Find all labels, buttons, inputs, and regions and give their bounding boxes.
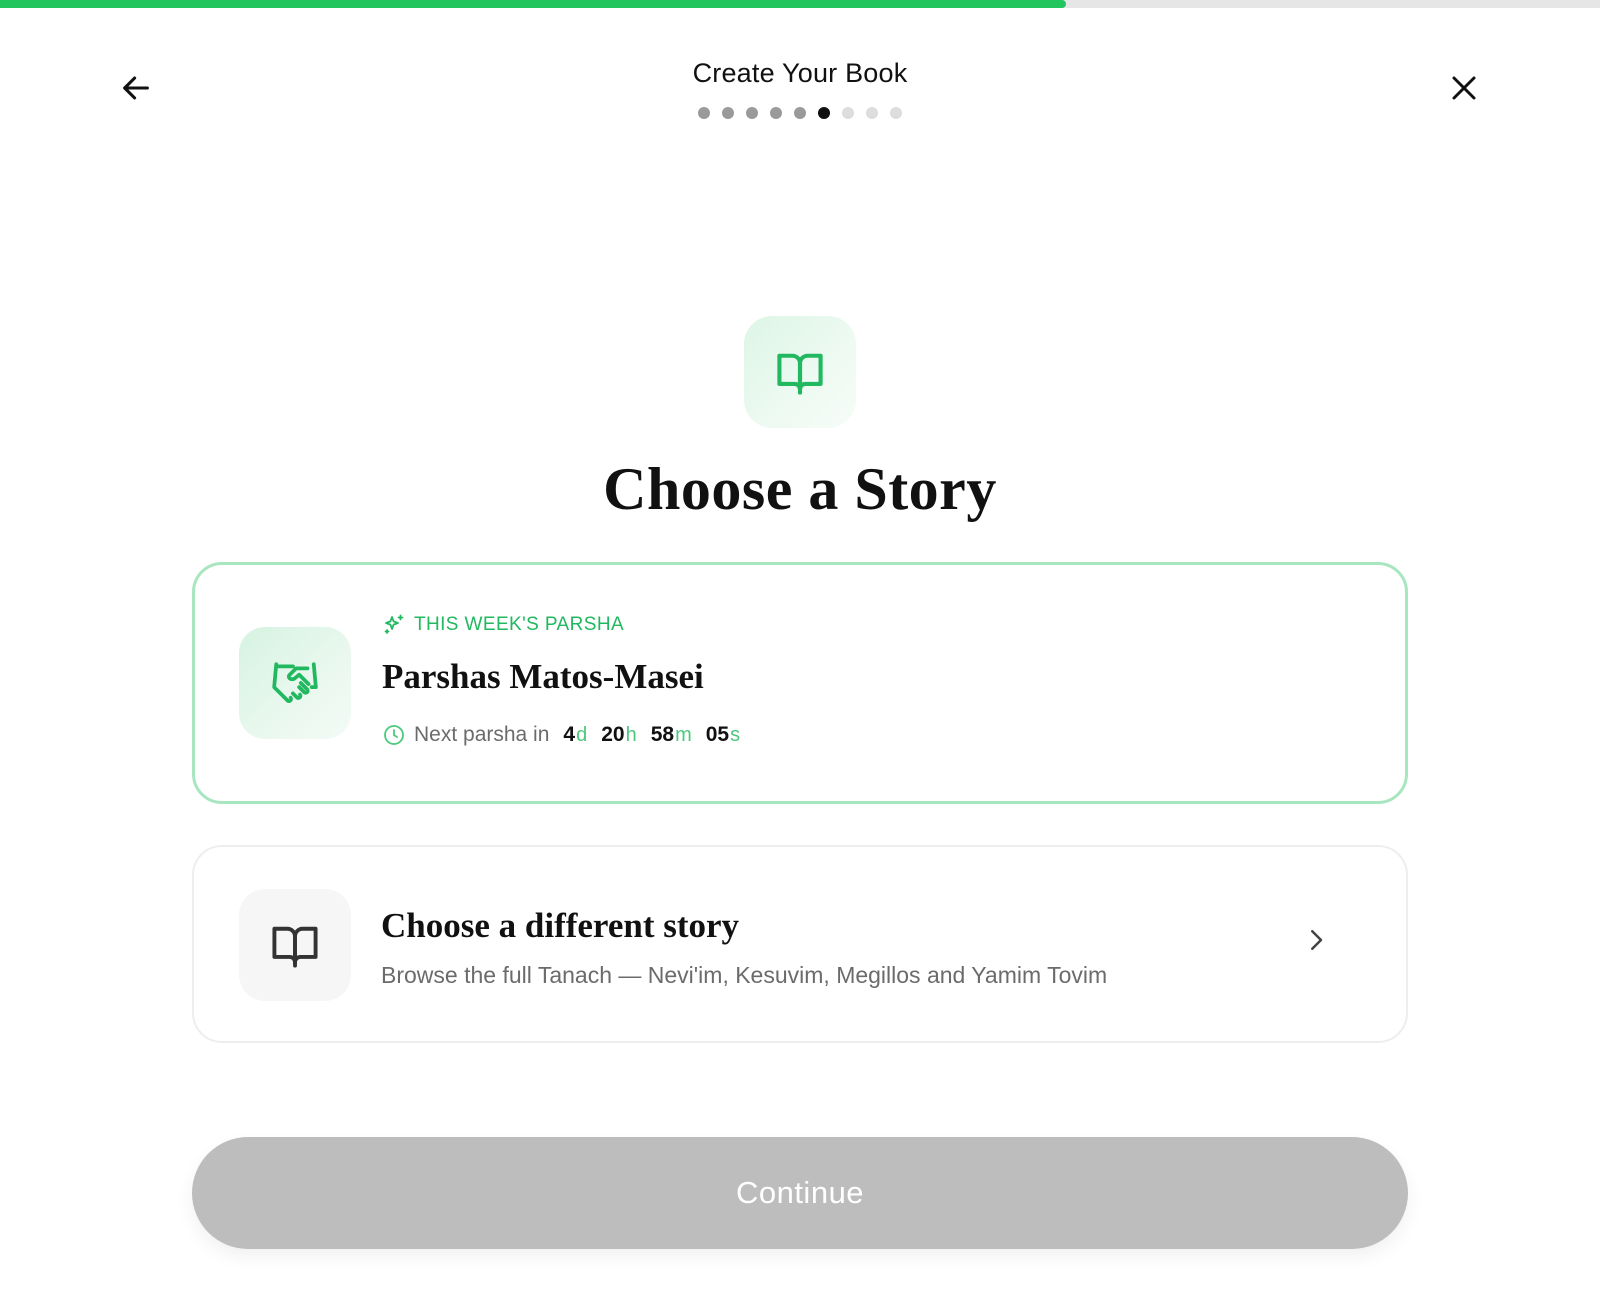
parsha-icon-tile xyxy=(239,627,351,739)
countdown-label: Next parsha in xyxy=(414,723,550,746)
open-book-icon xyxy=(272,926,318,968)
hero-book-icon-tile xyxy=(744,316,856,428)
countdown-minutes-value: 58 xyxy=(650,723,675,746)
different-story-title: Choose a different story xyxy=(381,906,740,945)
different-story-icon-tile xyxy=(239,889,351,1001)
step-dot xyxy=(698,107,710,119)
step-dot xyxy=(866,107,878,119)
clock-icon xyxy=(384,725,404,745)
chevron-right-icon xyxy=(1298,922,1334,958)
sparkles-icon xyxy=(384,614,404,634)
continue-button[interactable]: Continue xyxy=(192,1137,1408,1249)
countdown-hours-value: 20 xyxy=(601,723,625,746)
parsha-badge-label: THIS WEEK'S PARSHA xyxy=(414,614,625,635)
step-dot-current xyxy=(818,107,830,119)
step-indicator xyxy=(0,107,1600,119)
parsha-badge: THIS WEEK'S PARSHA xyxy=(382,613,624,637)
step-dot xyxy=(722,107,734,119)
countdown-hours-suffix: h xyxy=(625,724,637,746)
countdown-seconds-suffix: s xyxy=(730,724,741,746)
countdown-seconds-value: 05 xyxy=(705,723,730,746)
step-dot xyxy=(890,107,902,119)
countdown-seconds: 05 s xyxy=(706,723,740,747)
header-title: Create Your Book xyxy=(692,58,908,88)
this-weeks-parsha-card[interactable]: THIS WEEK'S PARSHA Parshas Matos-Masei N… xyxy=(192,562,1408,804)
create-book-page: Create Your Book Choose a Story THIS WEE… xyxy=(0,0,1600,1289)
step-dot xyxy=(842,107,854,119)
handshake-icon xyxy=(272,662,318,703)
progress-bar xyxy=(0,0,1600,8)
countdown-minutes-suffix: m xyxy=(675,724,692,746)
page-title: Choose a Story xyxy=(603,456,997,522)
step-dot xyxy=(794,107,806,119)
choose-different-story-card[interactable]: Choose a different story Browse the full… xyxy=(192,845,1408,1043)
next-parsha-countdown: Next parsha in 4d 20 h 58 m 05 s xyxy=(382,723,740,747)
countdown-hours: 20 h xyxy=(601,723,636,747)
countdown-minutes: 58 m xyxy=(651,723,692,747)
parsha-title: Parshas Matos-Masei xyxy=(382,657,704,696)
open-book-icon xyxy=(777,353,823,395)
close-button[interactable] xyxy=(1440,64,1488,112)
countdown-days: 4d xyxy=(563,723,587,747)
countdown-days-suffix: d xyxy=(576,724,588,746)
progress-bar-fill xyxy=(0,0,1066,8)
step-dot xyxy=(770,107,782,119)
step-dot xyxy=(746,107,758,119)
different-story-subtitle: Browse the full Tanach — Nevi'im, Kesuvi… xyxy=(381,962,1108,988)
close-icon xyxy=(1452,76,1476,100)
countdown-days-value: 4 xyxy=(563,723,576,746)
